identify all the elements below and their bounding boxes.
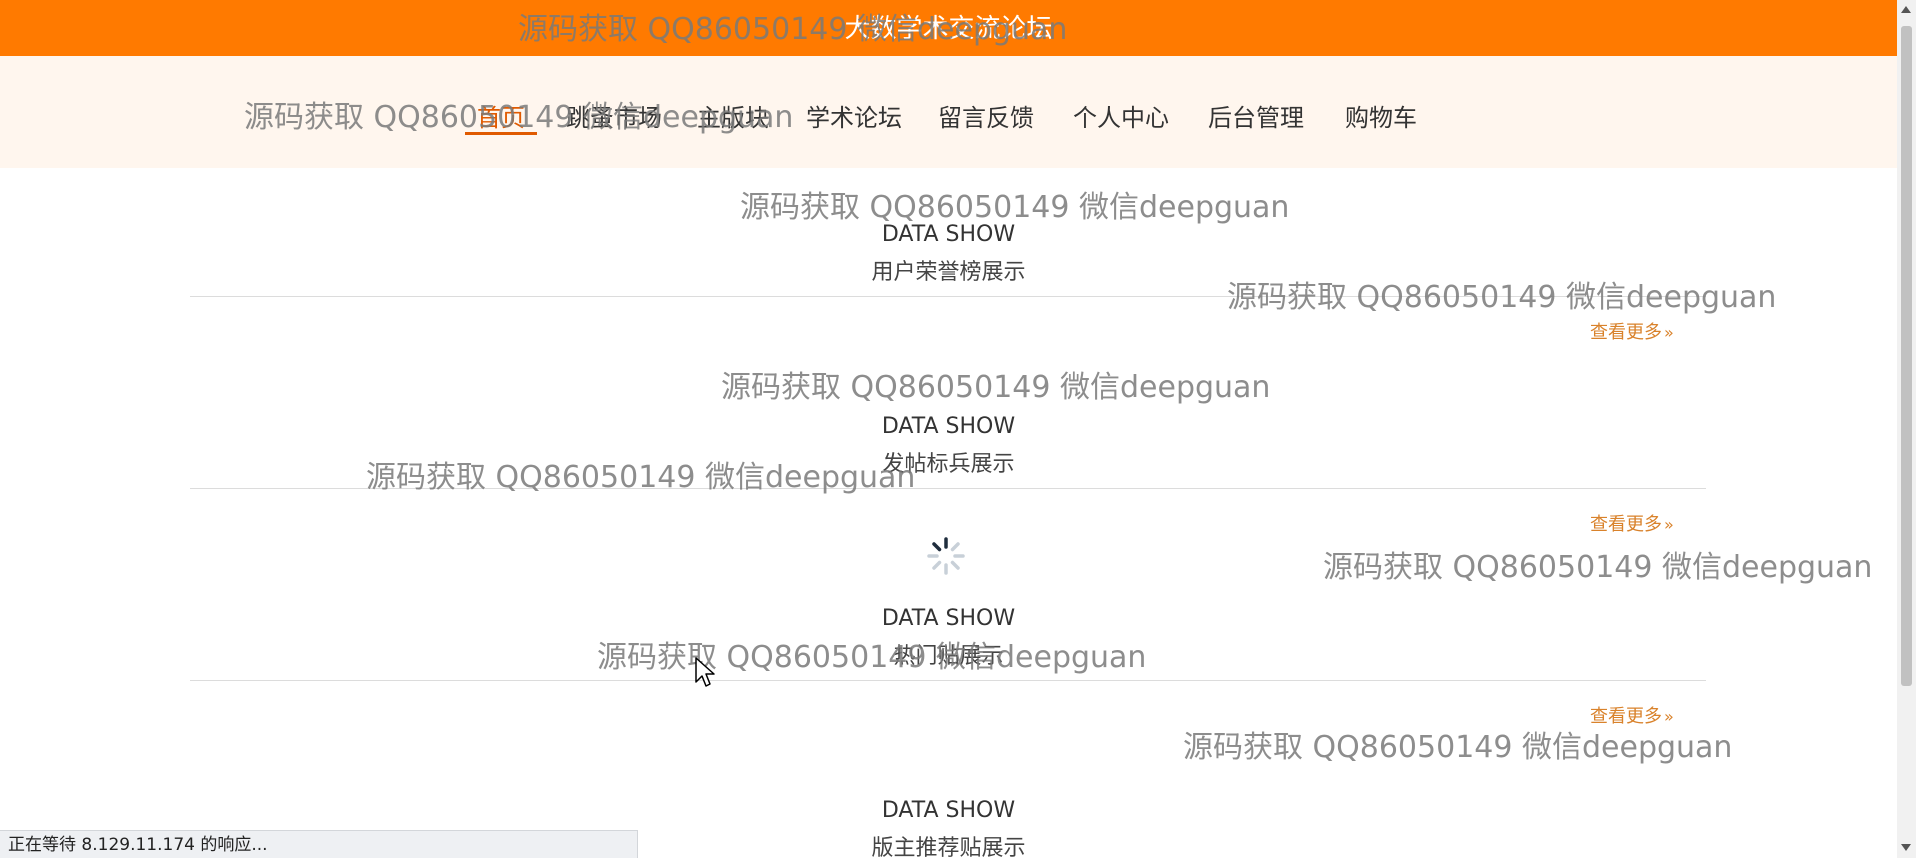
nav-admin[interactable]: 后台管理 (1208, 98, 1304, 134)
nav-feedback[interactable]: 留言反馈 (938, 98, 1034, 134)
section-title-top-posters: 发帖标兵展示 (882, 452, 1015, 477)
vertical-scrollbar[interactable] (1897, 0, 1916, 858)
nav-flea-market[interactable]: 跳蚤市场 (566, 98, 662, 134)
section-divider (190, 488, 1706, 489)
section-title-en: DATA SHOW (881, 414, 1016, 439)
section-title-en: DATA SHOW (881, 222, 1016, 247)
nav-active-underline (465, 132, 537, 135)
section-title-hot-posts: 热门贴展示 (893, 644, 1004, 669)
watermark-text: 源码获取 QQ86050149 微信deepguan (1323, 550, 1873, 585)
nav-academic-forum[interactable]: 学术论坛 (806, 98, 902, 134)
view-more-link[interactable]: 查看更多» (1590, 318, 1674, 344)
view-more-label: 查看更多 (1590, 706, 1662, 727)
section-title-user-honor: 用户荣誉榜展示 (871, 260, 1026, 285)
section-divider (190, 680, 1706, 681)
nav-home[interactable]: 首页 (477, 98, 525, 134)
double-chevron-right-icon: » (1664, 515, 1674, 534)
double-chevron-right-icon: » (1664, 323, 1674, 342)
scrollbar-thumb[interactable] (1901, 26, 1912, 686)
section-title-en: DATA SHOW (881, 798, 1016, 823)
view-more-link[interactable]: 查看更多» (1590, 510, 1674, 536)
scroll-up-arrow-icon[interactable] (1901, 6, 1911, 13)
nav-personal-center[interactable]: 个人中心 (1073, 98, 1169, 134)
view-more-label: 查看更多 (1590, 322, 1662, 343)
mouse-pointer-icon (695, 657, 715, 687)
browser-status-bar: 正在等待 8.129.11.174 的响应... (0, 830, 638, 858)
view-more-label: 查看更多 (1590, 514, 1662, 535)
section-title-en: DATA SHOW (881, 606, 1016, 631)
double-chevron-right-icon: » (1664, 707, 1674, 726)
nav-main-board[interactable]: 主版块 (697, 98, 769, 134)
nav-cart[interactable]: 购物车 (1345, 98, 1417, 134)
watermark-text: 源码获取 QQ86050149 微信deepguan (740, 190, 1290, 225)
loading-spinner-icon (927, 537, 965, 575)
watermark-text: 源码获取 QQ86050149 微信deepguan (721, 370, 1271, 405)
site-title: 大数学术交流论坛 (844, 14, 1053, 44)
watermark-text: 源码获取 QQ86050149 微信deepguan (1183, 730, 1733, 765)
section-divider (190, 296, 1706, 297)
view-more-link[interactable]: 查看更多» (1590, 702, 1674, 728)
scroll-down-arrow-icon[interactable] (1901, 844, 1911, 851)
